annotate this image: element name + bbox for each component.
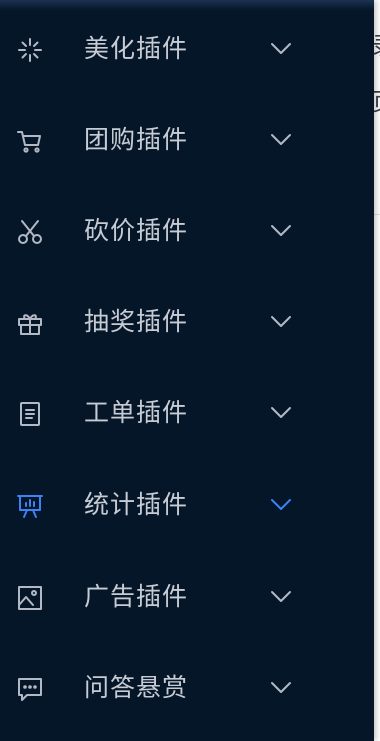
chevron-down-icon[interactable]	[269, 218, 293, 242]
sidebar-menu: 美化插件 团购插件 砍价插件 抽奖插件 工单插件 统计插件 广告插件 问答悬赏	[0, 0, 374, 741]
scissors-icon	[16, 218, 44, 246]
menu-item-group-buy-plugin[interactable]: 团购插件	[0, 109, 374, 169]
presentation-icon	[16, 492, 44, 520]
chevron-down-icon[interactable]	[269, 675, 293, 699]
menu-item-ticket-plugin[interactable]: 工单插件	[0, 382, 374, 442]
gift-icon	[16, 309, 44, 337]
chevron-down-icon[interactable]	[269, 492, 293, 516]
cart-icon	[16, 127, 44, 155]
menu-item-label: 抽奖插件	[84, 307, 189, 336]
chevron-down-icon[interactable]	[269, 127, 293, 151]
menu-item-label: 工单插件	[84, 398, 189, 427]
app-viewport: 录 页 美化插件	[0, 0, 380, 741]
menu-item-lottery-plugin[interactable]: 抽奖插件	[0, 291, 374, 351]
menu-item-bargain-plugin[interactable]: 砍价插件	[0, 200, 374, 260]
chat-icon	[16, 675, 44, 703]
sparkle-icon	[16, 36, 44, 64]
image-icon	[16, 584, 44, 612]
chevron-down-icon[interactable]	[269, 36, 293, 60]
document-icon	[16, 400, 44, 428]
menu-item-statistics-plugin[interactable]: 统计插件	[0, 474, 374, 534]
menu-item-label: 砍价插件	[84, 216, 189, 245]
menu-item-ad-plugin[interactable]: 广告插件	[0, 566, 374, 626]
menu-item-label: 统计插件	[84, 490, 189, 519]
menu-item-label: 美化插件	[84, 34, 189, 63]
menu-item-label: 问答悬赏	[84, 673, 189, 702]
chevron-down-icon[interactable]	[269, 400, 293, 424]
menu-item-label: 广告插件	[84, 582, 189, 611]
menu-item-beautify-plugin[interactable]: 美化插件	[0, 18, 374, 78]
menu-item-qa-reward[interactable]: 问答悬赏	[0, 657, 374, 717]
chevron-down-icon[interactable]	[269, 584, 293, 608]
chevron-down-icon[interactable]	[269, 309, 293, 333]
menu-item-label: 团购插件	[84, 125, 189, 154]
